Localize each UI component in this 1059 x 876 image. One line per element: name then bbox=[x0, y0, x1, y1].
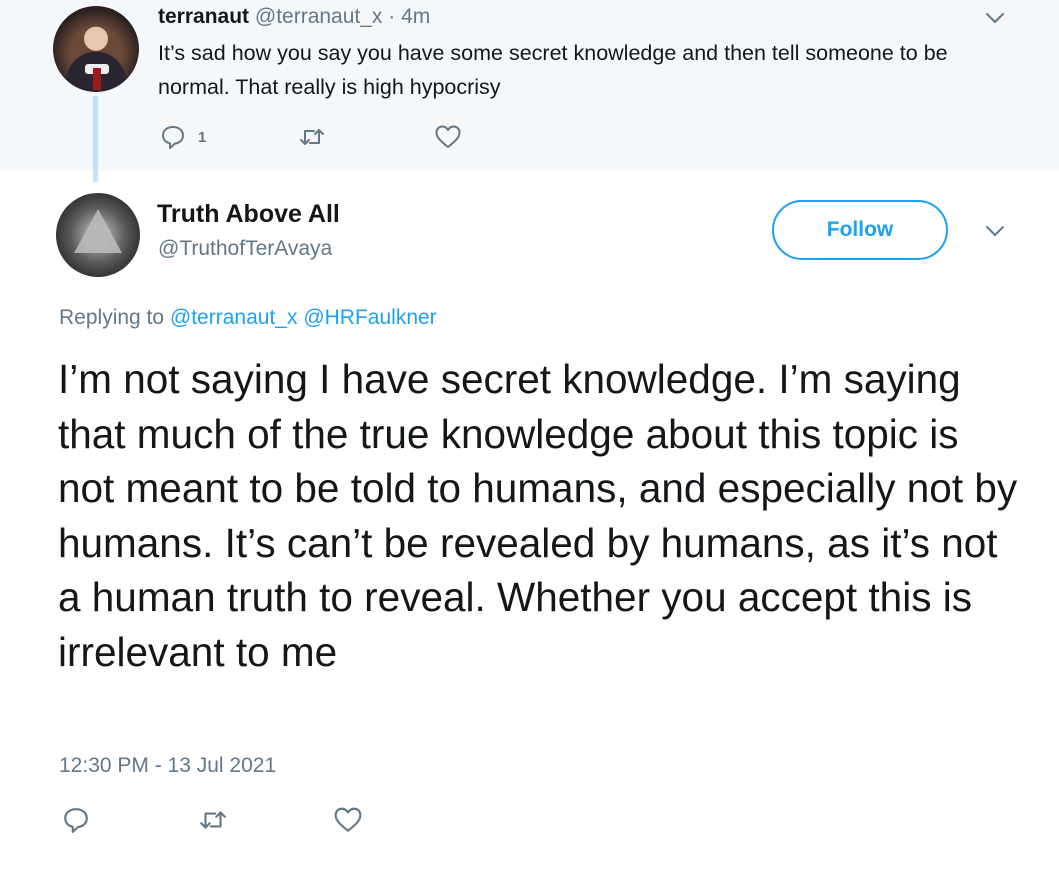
retweet-button[interactable] bbox=[198, 806, 228, 834]
avatar-pyramid bbox=[74, 209, 122, 253]
parent-retweet-button[interactable] bbox=[298, 124, 326, 150]
main-avatar[interactable] bbox=[56, 193, 140, 277]
parent-avatar[interactable] bbox=[53, 6, 139, 92]
parent-tweet[interactable]: terranaut @terranaut_x · 4m It’s sad how… bbox=[0, 0, 1059, 170]
replying-to: Replying to @terranaut_x @HRFaulkner bbox=[59, 306, 437, 330]
parent-header: terranaut @terranaut_x · 4m bbox=[158, 5, 430, 29]
chevron-down-icon[interactable] bbox=[985, 221, 1005, 241]
retweet-icon bbox=[298, 124, 326, 150]
parent-reply-button[interactable]: 1 bbox=[160, 124, 206, 150]
mention-link[interactable]: @HRFaulkner bbox=[303, 306, 436, 329]
main-handle[interactable]: @TruthofTerAvaya bbox=[158, 237, 332, 261]
mention-link[interactable]: @terranaut_x bbox=[170, 306, 298, 329]
replying-to-label: Replying to bbox=[59, 306, 165, 329]
retweet-icon bbox=[198, 806, 228, 834]
like-button[interactable] bbox=[333, 806, 363, 834]
reply-count: 1 bbox=[198, 128, 207, 146]
reply-icon bbox=[62, 806, 90, 834]
parent-like-button[interactable] bbox=[434, 124, 462, 150]
avatar-tie bbox=[93, 68, 101, 90]
tweet-timestamp[interactable]: 12:30 PM - 13 Jul 2021 bbox=[59, 754, 276, 778]
main-tweet-text: I’m not saying I have secret knowledge. … bbox=[58, 356, 1018, 675]
parent-tweet-text: It’s sad how you say you have some secre… bbox=[158, 41, 948, 99]
follow-button[interactable]: Follow bbox=[772, 200, 948, 260]
parent-display-name[interactable]: terranaut bbox=[158, 5, 249, 28]
thread-line bbox=[93, 96, 98, 182]
reply-button[interactable] bbox=[62, 806, 90, 834]
header-separator: · bbox=[388, 5, 396, 28]
parent-time[interactable]: 4m bbox=[401, 5, 430, 28]
chevron-down-icon[interactable] bbox=[985, 8, 1005, 28]
parent-handle[interactable]: @terranaut_x bbox=[255, 5, 383, 28]
heart-icon bbox=[434, 124, 462, 150]
heart-icon bbox=[333, 806, 363, 834]
reply-icon bbox=[160, 124, 186, 150]
main-display-name[interactable]: Truth Above All bbox=[157, 200, 340, 229]
